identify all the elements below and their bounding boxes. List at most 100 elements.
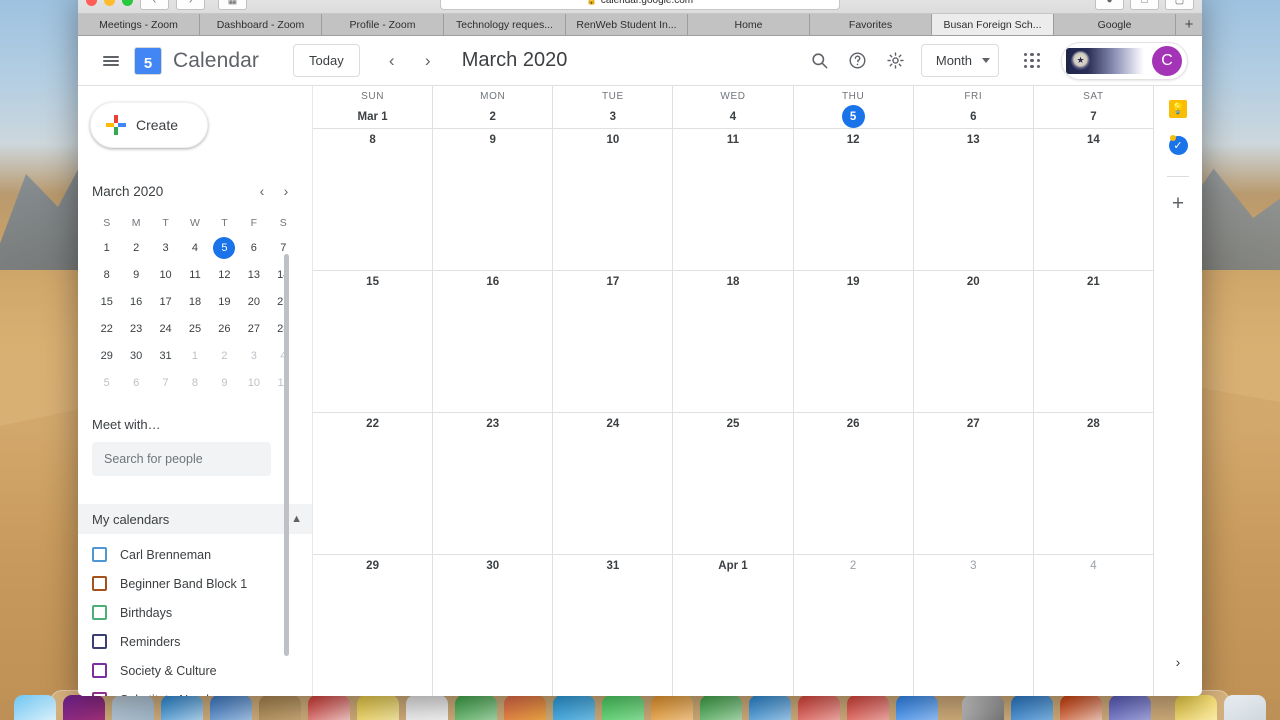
sidebar-toggle-button[interactable]: ▦ <box>218 0 247 10</box>
date-number[interactable]: 2 <box>481 105 504 128</box>
dock-app-safari[interactable] <box>161 695 203 720</box>
date-number[interactable]: 27 <box>967 418 980 430</box>
mini-calendar-day[interactable]: 29 <box>92 343 121 368</box>
mini-calendar-day[interactable]: 10 <box>151 262 180 287</box>
day-cell[interactable]: 14 <box>1032 129 1153 270</box>
day-cell[interactable]: 27 <box>912 413 1033 554</box>
mini-calendar-day[interactable]: 6 <box>121 370 150 395</box>
dock-app-opera-gx[interactable] <box>847 695 889 720</box>
dock-app-contacts[interactable] <box>259 695 301 720</box>
date-number[interactable]: 8 <box>369 134 375 146</box>
date-number[interactable]: 21 <box>1087 276 1100 288</box>
date-number[interactable]: 13 <box>967 134 980 146</box>
dock-app-pages[interactable] <box>651 695 693 720</box>
dock-app-zoom[interactable] <box>896 695 938 720</box>
day-cell[interactable]: 28 <box>1032 413 1153 554</box>
window-minimize-button[interactable] <box>104 0 115 6</box>
mini-calendar-next-button[interactable]: › <box>274 179 298 203</box>
day-header-cell[interactable]: MON 2 <box>432 86 552 128</box>
today-date-pill[interactable]: 5 <box>841 105 865 128</box>
next-period-button[interactable]: › <box>412 45 444 77</box>
date-number[interactable]: 4 <box>1090 560 1096 572</box>
date-number[interactable]: 2 <box>850 560 856 572</box>
calendar-list-item[interactable]: Beginner Band Block 1 <box>92 569 312 598</box>
mini-calendar-day[interactable]: 10 <box>239 370 268 395</box>
back-button[interactable]: ‹ <box>140 0 169 10</box>
mini-calendar-day[interactable]: 23 <box>121 316 150 341</box>
mini-calendar-day[interactable]: 1 <box>180 343 209 368</box>
dock-app-photos[interactable] <box>504 695 546 720</box>
view-selector[interactable]: Month <box>920 44 999 77</box>
hamburger-menu-icon[interactable] <box>92 42 130 80</box>
chevron-up-icon[interactable]: ▲ <box>291 513 302 525</box>
day-cell[interactable]: 22 <box>313 413 432 554</box>
mini-calendar-day[interactable]: 20 <box>239 289 268 314</box>
dock-app-finder[interactable] <box>14 695 56 720</box>
search-for-people-input[interactable] <box>92 442 271 476</box>
mini-calendar-day[interactable]: 6 <box>239 235 268 260</box>
day-cell[interactable]: Apr 1 <box>672 555 792 696</box>
dock-app-teams[interactable] <box>1109 695 1151 720</box>
date-number[interactable]: Mar 1 <box>352 105 394 128</box>
date-number[interactable]: 30 <box>486 560 499 572</box>
apps-grid-icon[interactable] <box>1013 42 1051 80</box>
date-number[interactable]: 22 <box>366 418 379 430</box>
mini-calendar-day[interactable]: 2 <box>210 343 239 368</box>
mini-calendar-day[interactable]: 19 <box>210 289 239 314</box>
day-cell[interactable]: 19 <box>792 271 913 412</box>
mini-calendar-day[interactable]: 22 <box>92 316 121 341</box>
mini-calendar-day[interactable]: 12 <box>210 262 239 287</box>
date-number[interactable]: 7 <box>1082 105 1105 128</box>
dock-app-skype[interactable] <box>1011 695 1053 720</box>
dock-app-siri[interactable] <box>63 695 105 720</box>
date-number[interactable]: 14 <box>1087 134 1100 146</box>
mini-calendar-day[interactable]: 3 <box>239 343 268 368</box>
mini-calendar-day[interactable]: 31 <box>151 343 180 368</box>
date-number[interactable]: 26 <box>847 418 860 430</box>
date-number[interactable]: 10 <box>606 134 619 146</box>
date-number[interactable]: 25 <box>727 418 740 430</box>
day-cell[interactable]: 24 <box>552 413 672 554</box>
date-number[interactable]: 16 <box>486 276 499 288</box>
address-bar[interactable]: 🔒 calendar.google.com <box>440 0 840 10</box>
date-number[interactable]: 12 <box>847 134 860 146</box>
previous-period-button[interactable]: ‹ <box>376 45 408 77</box>
dock-app-messages[interactable] <box>553 695 595 720</box>
mini-calendar-day[interactable]: 18 <box>180 289 209 314</box>
window-close-button[interactable] <box>86 0 97 6</box>
date-number[interactable]: 4 <box>721 105 744 128</box>
dock-app-appstore[interactable] <box>749 695 791 720</box>
date-number[interactable]: 3 <box>601 105 624 128</box>
day-cell[interactable]: 8 <box>313 129 432 270</box>
browser-tab[interactable]: Technology reques... <box>444 14 566 35</box>
date-number[interactable]: 28 <box>1087 418 1100 430</box>
mini-calendar-day[interactable]: 7 <box>151 370 180 395</box>
day-cell[interactable]: 9 <box>432 129 552 270</box>
dock-app-chrome-remote[interactable] <box>962 695 1004 720</box>
dock-app-mail[interactable] <box>210 695 252 720</box>
mini-calendar-day[interactable]: 13 <box>239 262 268 287</box>
day-header-cell[interactable]: WED 4 <box>672 86 792 128</box>
mini-calendar-prev-button[interactable]: ‹ <box>250 179 274 203</box>
day-cell[interactable]: 23 <box>432 413 552 554</box>
collapse-rail-button[interactable]: › <box>1164 648 1192 676</box>
day-header-cell[interactable]: FRI 6 <box>912 86 1033 128</box>
browser-tab[interactable]: Google <box>1054 14 1176 35</box>
browser-tab[interactable]: Dashboard - Zoom <box>200 14 322 35</box>
date-number[interactable]: 19 <box>847 276 860 288</box>
day-header-cell[interactable]: SAT 7 <box>1032 86 1153 128</box>
calendar-checkbox[interactable] <box>92 547 107 562</box>
google-keep-icon[interactable]: 💡 <box>1168 98 1189 119</box>
day-cell[interactable]: 2 <box>792 555 913 696</box>
browser-tab[interactable]: Profile - Zoom <box>322 14 444 35</box>
calendar-list-item[interactable]: Birthdays <box>92 598 312 627</box>
date-number[interactable]: 24 <box>606 418 619 430</box>
mini-calendar-day[interactable]: 4 <box>180 235 209 260</box>
day-cell[interactable]: 26 <box>792 413 913 554</box>
search-icon[interactable] <box>801 42 839 80</box>
tab-overview-button[interactable]: ▢ <box>1165 0 1194 10</box>
date-number[interactable]: 20 <box>967 276 980 288</box>
share-button[interactable]: ● <box>1095 0 1124 10</box>
day-cell[interactable]: 4 <box>1032 555 1153 696</box>
calendar-checkbox[interactable] <box>92 576 107 591</box>
